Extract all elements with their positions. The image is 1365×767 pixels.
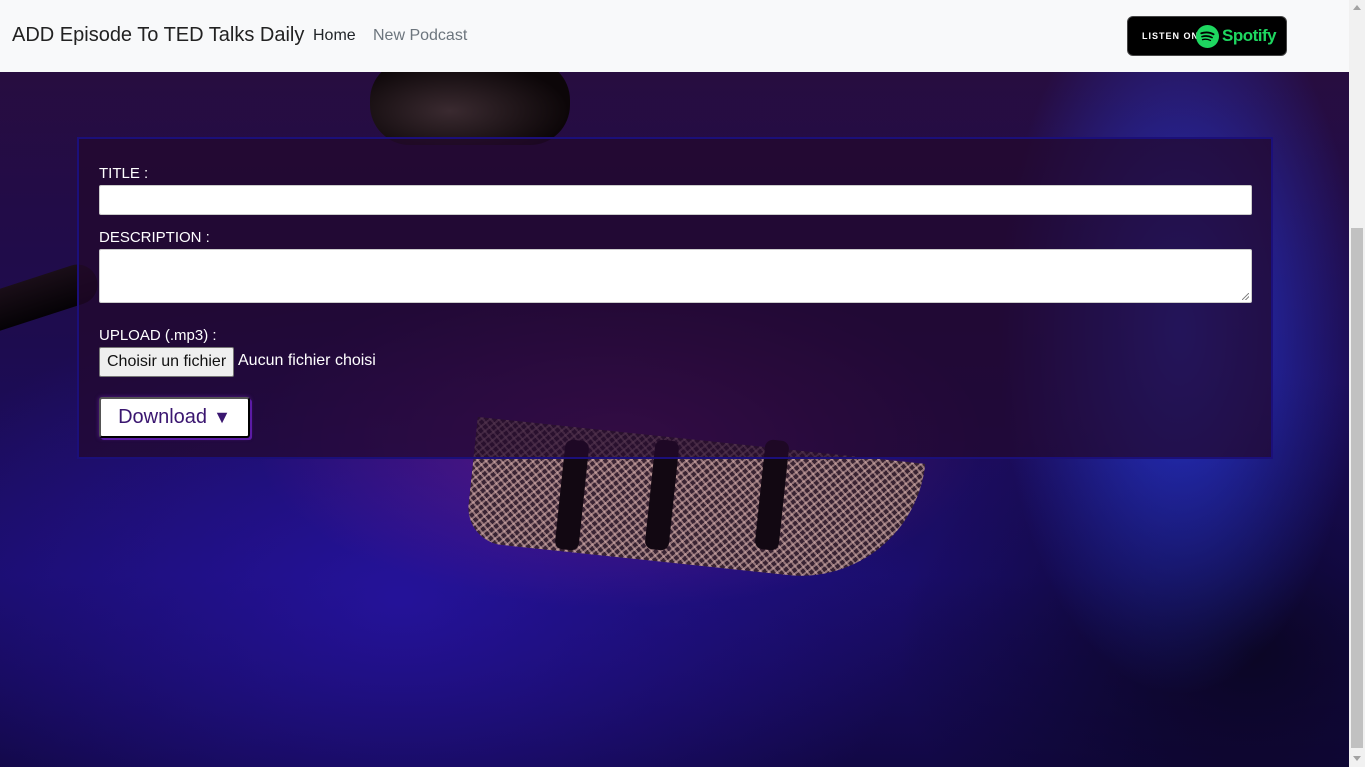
download-button-label: Download [118, 406, 208, 428]
mic-mount [370, 60, 570, 145]
spotify-icon [1196, 25, 1219, 48]
scroll-up-arrow-icon[interactable] [1353, 5, 1361, 10]
nav-link-home[interactable]: Home [313, 27, 356, 45]
caret-down-icon: ▼ [213, 407, 231, 427]
description-label: DESCRIPTION : [99, 229, 210, 246]
navbar-brand[interactable]: ADD Episode To TED Talks Daily [12, 24, 304, 47]
scroll-down-arrow-icon[interactable] [1353, 756, 1361, 761]
download-button[interactable]: Download ▼ [99, 397, 250, 438]
title-input[interactable] [99, 185, 1252, 215]
resize-grip-icon[interactable] [1242, 293, 1249, 300]
listen-on-spotify-button[interactable]: LISTEN ON Spotify [1127, 16, 1287, 56]
description-textarea[interactable] [99, 249, 1252, 303]
file-status-text: Aucun fichier choisi [238, 352, 376, 369]
scrollbar-thumb[interactable] [1351, 228, 1363, 748]
title-label: TITLE : [99, 165, 149, 182]
spotify-brand-name: Spotify [1222, 26, 1277, 45]
choose-file-button[interactable]: Choisir un fichier [99, 347, 235, 377]
nav-link-new-podcast[interactable]: New Podcast [373, 27, 467, 45]
vertical-scrollbar[interactable] [1349, 0, 1365, 767]
navbar: ADD Episode To TED Talks Daily Home New … [0, 0, 1349, 72]
upload-label: UPLOAD (.mp3) : [99, 327, 217, 344]
add-episode-form: TITLE : DESCRIPTION : UPLOAD (.mp3) : Ch… [77, 137, 1273, 459]
spotify-badge-prefix: LISTEN ON [1142, 31, 1200, 41]
